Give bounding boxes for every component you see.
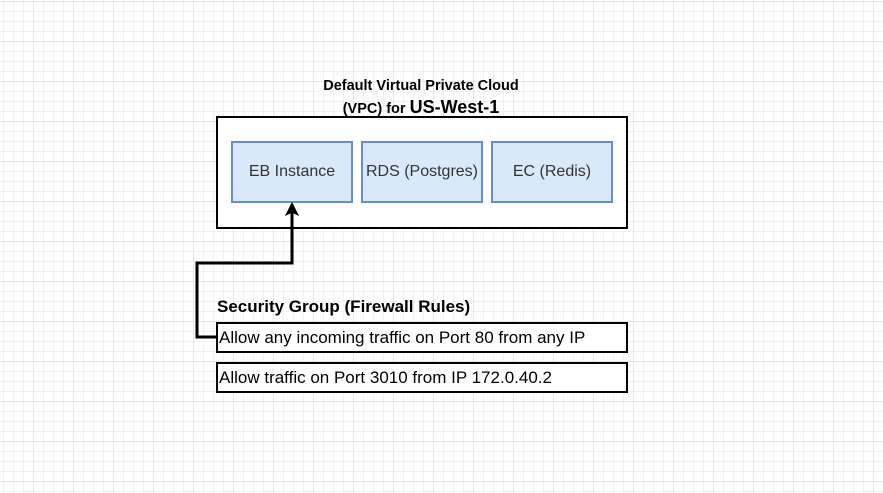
rds-postgres-label: RDS (Postgres) [365, 163, 479, 180]
connector-arrow[interactable] [0, 0, 883, 493]
firewall-rule-text: Allow any incoming traffic on Port 80 fr… [219, 328, 586, 347]
connector-line [195, 212, 294, 339]
vpc-region: US-West-1 [409, 97, 500, 117]
firewall-rule-port-80[interactable]: Allow any incoming traffic on Port 80 fr… [216, 322, 628, 353]
firewall-rule-text: Allow traffic on Port 3010 from IP 172.0… [219, 368, 552, 387]
firewall-rule-port-3010[interactable]: Allow traffic on Port 3010 from IP 172.0… [216, 362, 628, 393]
rds-postgres-node[interactable]: RDS (Postgres) [361, 141, 483, 203]
ec-redis-node[interactable]: EC (Redis) [491, 141, 613, 203]
eb-instance-label: EB Instance [248, 163, 336, 180]
vpc-title-prefix: (VPC) for [342, 101, 410, 117]
security-group-title: Security Group (Firewall Rules) [217, 297, 471, 316]
ec-redis-label: EC (Redis) [512, 163, 592, 180]
eb-instance-node[interactable]: EB Instance [231, 141, 353, 203]
vpc-title-line1: Default Virtual Private Cloud [323, 78, 519, 94]
vpc-title: Default Virtual Private Cloud (VPC) for … [291, 76, 551, 120]
